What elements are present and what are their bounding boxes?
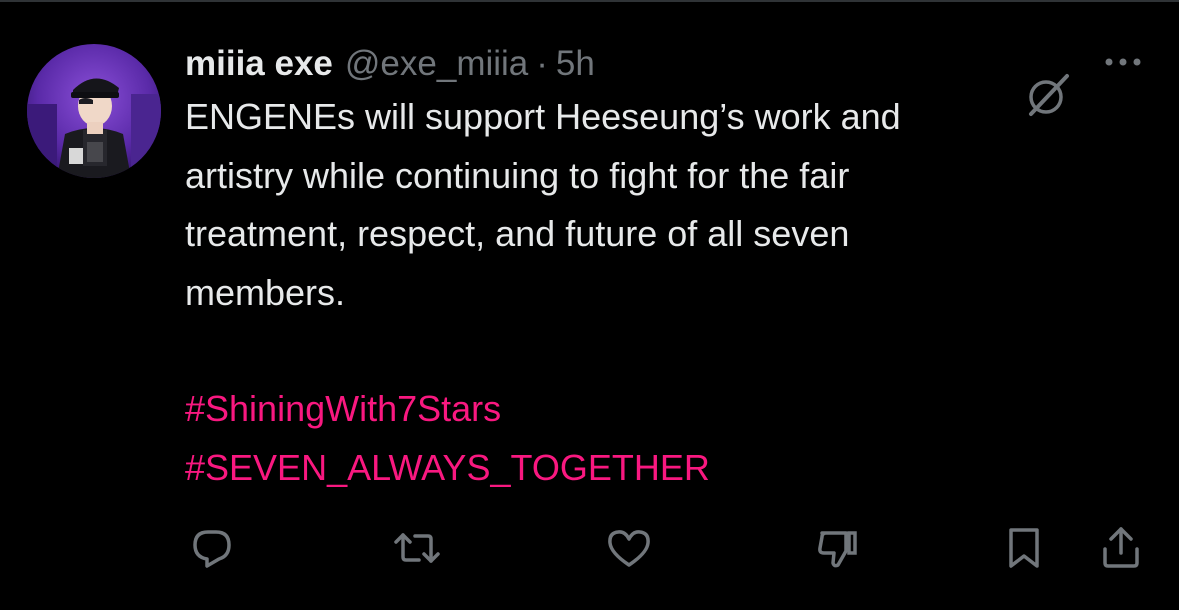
more-icon[interactable] xyxy=(1098,50,1148,74)
tweet-text: ENGENEs will support Heeseung’s work and… xyxy=(185,88,1085,497)
share-button[interactable] xyxy=(1097,524,1145,572)
share-icon xyxy=(1103,527,1139,568)
top-divider xyxy=(0,0,1179,2)
hashtag-link[interactable]: #SEVEN_ALWAYS_TOGETHER xyxy=(185,439,1085,498)
hashtag-link[interactable]: #ShiningWith7Stars xyxy=(185,380,1085,439)
hashtag-list: #ShiningWith7Stars #SEVEN_ALWAYS_TOGETHE… xyxy=(185,380,1085,497)
like-icon xyxy=(608,530,650,567)
separator-dot: · xyxy=(536,44,548,83)
display-name[interactable]: miiia exe xyxy=(185,40,333,88)
repost-icon xyxy=(394,533,440,563)
bookmark-icon xyxy=(1009,528,1039,568)
tweet-text-line: artistry while continuing to fight for t… xyxy=(185,154,850,196)
handle[interactable]: @exe_miiia xyxy=(345,40,528,88)
dislike-icon xyxy=(818,531,857,568)
grok-icon[interactable] xyxy=(1025,72,1071,118)
reply-icon xyxy=(193,530,231,568)
timestamp[interactable]: 5h xyxy=(556,40,595,88)
tweet-text-line: members. xyxy=(185,271,346,313)
tweet-text-line: ENGENEs will support Heeseung’s work and xyxy=(185,96,901,137)
action-bar xyxy=(0,524,1179,572)
tweet-text-line: treatment, respect, and future of all se… xyxy=(185,213,850,254)
repost-button[interactable] xyxy=(393,524,441,572)
tweet[interactable]: miiia exe @exe_miiia · 5h ENGENEs will s… xyxy=(185,40,1085,497)
bookmark-button[interactable] xyxy=(1000,524,1048,572)
dislike-button[interactable] xyxy=(814,524,862,572)
tweet-header: miiia exe @exe_miiia · 5h xyxy=(185,40,1085,88)
reply-button[interactable] xyxy=(188,524,236,572)
like-button[interactable] xyxy=(605,524,653,572)
avatar[interactable] xyxy=(27,44,161,178)
